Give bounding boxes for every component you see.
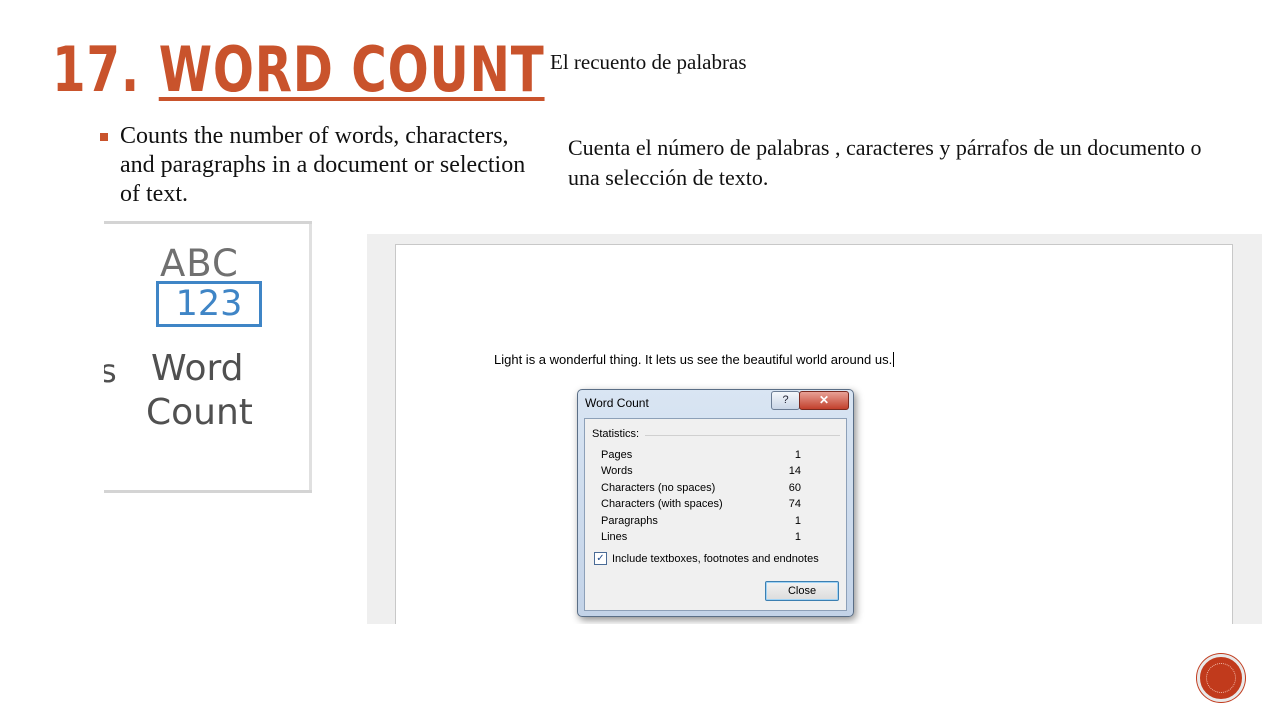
stat-value: 1 bbox=[794, 515, 801, 527]
dialog-body: Statistics: Pages 1 Words 14 Characters … bbox=[584, 418, 847, 611]
document-page: Light is a wonderful thing. It lets us s… bbox=[395, 244, 1233, 624]
stat-row: Pages 1 bbox=[601, 449, 801, 461]
ribbon-separator bbox=[309, 224, 312, 490]
ribbon-label-word: Word bbox=[151, 348, 244, 389]
stat-value: 74 bbox=[788, 498, 801, 510]
stat-value: 1 bbox=[794, 531, 801, 543]
spanish-description: Cuenta el número de palabras , caractere… bbox=[568, 135, 1202, 190]
bullet-text: Counts the number of words, characters, … bbox=[120, 123, 526, 207]
stat-label: Characters (with spaces) bbox=[601, 498, 723, 510]
document-text-line[interactable]: Light is a wonderful thing. It lets us s… bbox=[494, 352, 895, 367]
close-button[interactable]: Close bbox=[765, 581, 839, 601]
word-count-ribbon-button[interactable]: ABC 123 s Word Count bbox=[104, 221, 312, 493]
stat-value: 1 bbox=[794, 449, 801, 461]
text-cursor bbox=[893, 352, 895, 367]
stat-row: Characters (with spaces) 74 bbox=[601, 498, 801, 510]
stat-label: Paragraphs bbox=[601, 515, 658, 527]
statistics-divider bbox=[645, 435, 840, 436]
abc-icon-text: ABC bbox=[160, 242, 239, 285]
word-count-dialog: Word Count ? ✕ Statistics: Pages 1 Words… bbox=[577, 389, 854, 617]
next-slide-circle-icon[interactable] bbox=[1197, 654, 1245, 702]
stat-row: Lines 1 bbox=[601, 531, 801, 543]
bullet-item: Counts the number of words, characters, … bbox=[100, 122, 530, 209]
numbers-box-icon: 123 bbox=[156, 281, 262, 327]
stat-label: Characters (no spaces) bbox=[601, 482, 716, 494]
dialog-title: Word Count bbox=[585, 396, 649, 410]
ribbon-partial-label: s bbox=[104, 352, 117, 390]
bullet-marker bbox=[100, 133, 108, 141]
stat-label: Words bbox=[601, 465, 633, 477]
stat-label: Pages bbox=[601, 449, 633, 461]
stat-value: 60 bbox=[788, 482, 801, 494]
slide-title-text: WORD COUNT bbox=[158, 33, 545, 106]
help-button[interactable]: ? bbox=[771, 391, 800, 410]
stat-value: 14 bbox=[788, 465, 801, 477]
document-text: Light is a wonderful thing. It lets us s… bbox=[494, 352, 893, 367]
ribbon-label-count: Count bbox=[146, 392, 253, 433]
document-screenshot: Light is a wonderful thing. It lets us s… bbox=[367, 234, 1262, 624]
statistics-label: Statistics: bbox=[592, 428, 640, 440]
stat-row: Words 14 bbox=[601, 465, 801, 477]
nav-circle-inner-ring bbox=[1206, 663, 1236, 693]
include-textboxes-checkbox[interactable]: ✓ bbox=[594, 552, 607, 565]
spanish-heading: El recuento de palabras bbox=[550, 50, 747, 74]
include-textboxes-label: Include textboxes, footnotes and endnote… bbox=[612, 552, 819, 565]
include-textboxes-option[interactable]: ✓ Include textboxes, footnotes and endno… bbox=[594, 552, 819, 565]
slide-number: 17. bbox=[52, 33, 141, 106]
stat-label: Lines bbox=[601, 531, 628, 543]
stat-row: Characters (no spaces) 60 bbox=[601, 482, 801, 494]
slide-title: 17. WORD COUNT bbox=[52, 26, 545, 106]
dialog-close-x-button[interactable]: ✕ bbox=[799, 391, 849, 410]
stat-row: Paragraphs 1 bbox=[601, 515, 801, 527]
